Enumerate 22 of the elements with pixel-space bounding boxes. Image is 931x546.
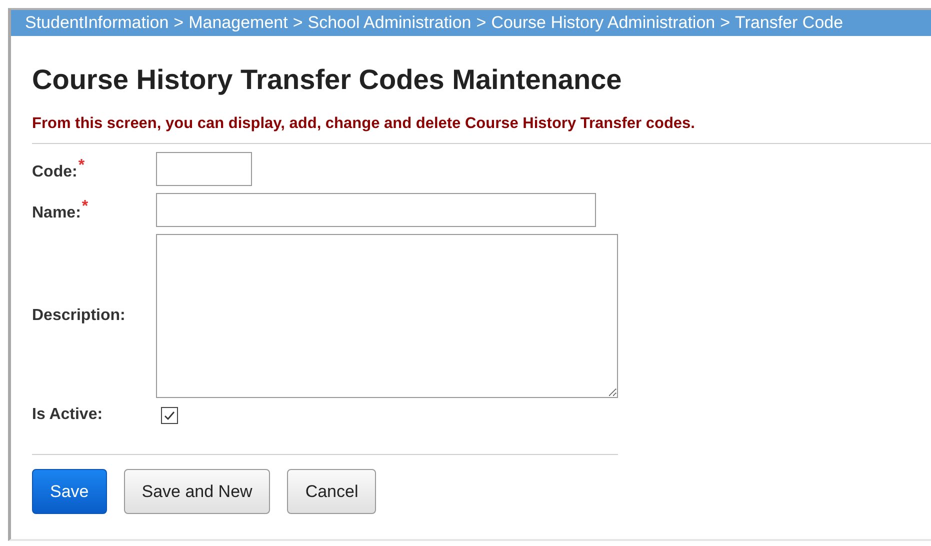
breadcrumb-separator: > bbox=[174, 13, 184, 33]
breadcrumb-separator: > bbox=[476, 13, 486, 33]
required-mark: * bbox=[82, 198, 88, 215]
breadcrumb-link[interactable]: Management bbox=[188, 13, 288, 33]
breadcrumb-link[interactable]: Transfer Code bbox=[735, 13, 844, 33]
checkbox[interactable] bbox=[161, 406, 178, 424]
page-title: Course History Transfer Codes Maintenance bbox=[32, 64, 623, 96]
breadcrumb-link[interactable]: StudentInformation bbox=[25, 13, 169, 33]
breadcrumb-separator: > bbox=[720, 13, 730, 33]
breadcrumb-separator: > bbox=[292, 13, 303, 33]
breadcrumb-link[interactable]: School Administration bbox=[308, 13, 472, 33]
text-field[interactable] bbox=[156, 152, 252, 186]
form-button[interactable]: Save and New bbox=[124, 469, 270, 514]
required-mark: * bbox=[78, 156, 85, 174]
save-button[interactable]: Save bbox=[32, 469, 107, 514]
field-label: Description: bbox=[32, 307, 126, 325]
instructions-text: From this screen, you can display, add, change and delete Course History Transfer codes. bbox=[32, 115, 696, 133]
text-field[interactable] bbox=[156, 193, 596, 227]
field-label: Is Active: bbox=[32, 406, 104, 424]
form-button[interactable]: Cancel bbox=[287, 469, 376, 514]
description-field[interactable] bbox=[156, 234, 618, 398]
breadcrumb-link[interactable]: Course History Administration bbox=[491, 13, 716, 33]
